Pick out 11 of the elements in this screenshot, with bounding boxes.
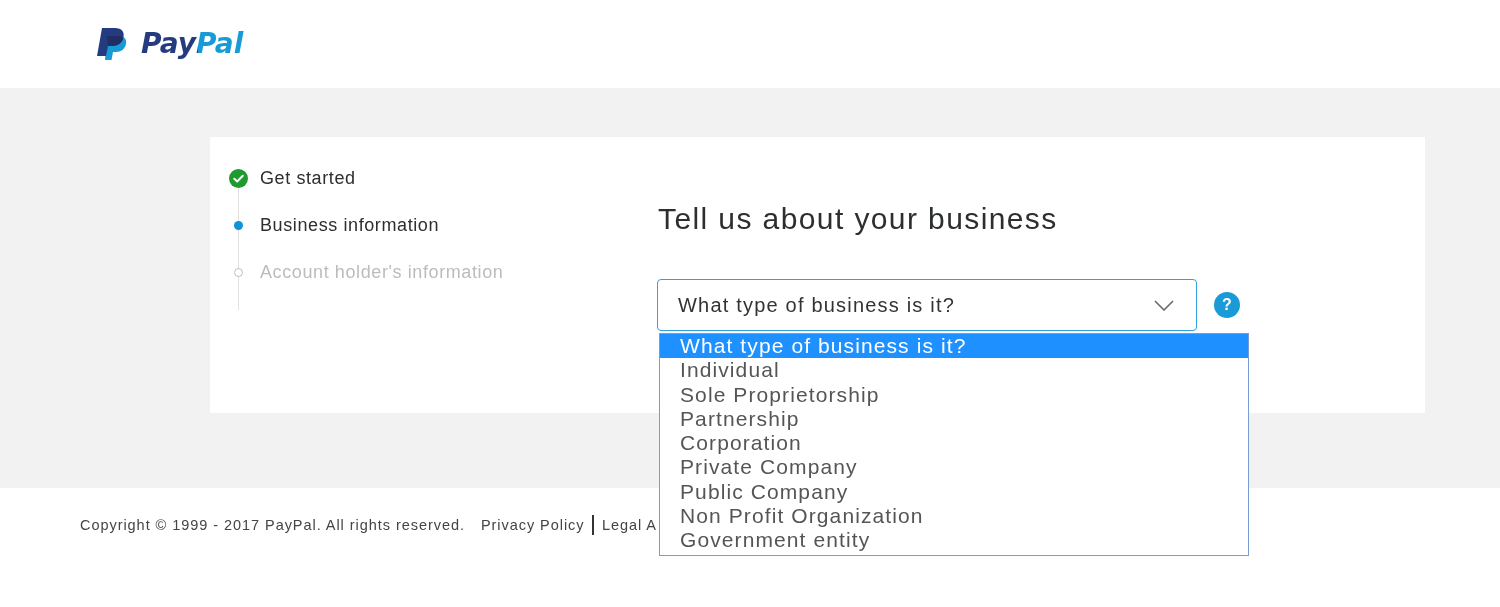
step-label: Get started	[260, 168, 356, 188]
step-label: Account holder's information	[260, 262, 504, 282]
logo-wordmark: PayPal	[141, 28, 247, 60]
form-heading: Tell us about your business	[658, 202, 1058, 236]
footer-link[interactable]: Legal A	[601, 516, 657, 534]
chevron-down-icon	[1154, 299, 1174, 311]
logo-mark-icon	[96, 28, 129, 60]
business-type-select[interactable]: What type of business is it?	[657, 279, 1197, 331]
footer-link[interactable]: Privacy Policy	[480, 516, 585, 534]
step-label: Business information	[260, 215, 440, 235]
copyright-text: Copyright © 1999 - 2017 PayPal. All rights reserved.	[80, 516, 465, 534]
